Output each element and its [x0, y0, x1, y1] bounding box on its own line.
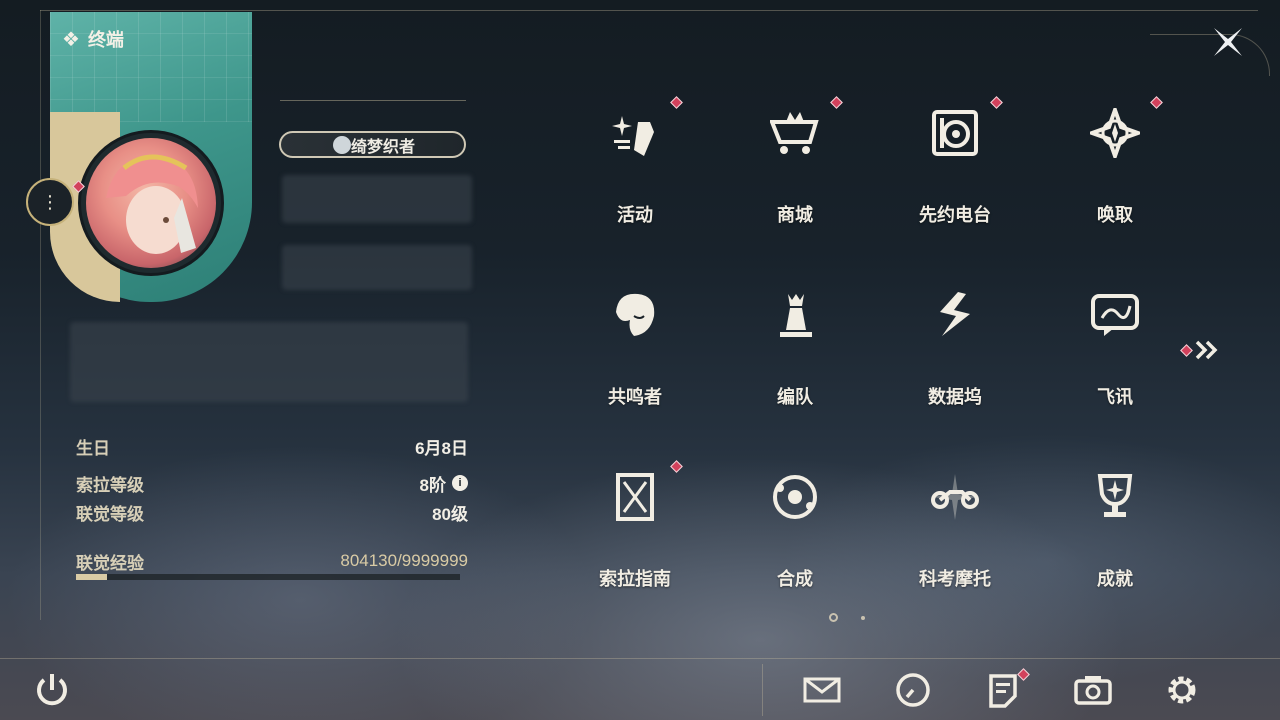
motorcycle-icon — [931, 474, 979, 520]
page-dot-active[interactable] — [829, 613, 838, 622]
settings-button[interactable] — [1162, 670, 1202, 710]
stat-value-group: 8阶 i — [420, 471, 468, 496]
synthesis-orbit-icon — [773, 475, 817, 519]
notification-badge — [990, 96, 1003, 109]
menu-item-team[interactable]: 编队 — [715, 270, 875, 452]
menu-item-label: 科考摩托 — [919, 569, 991, 589]
stat-value: 8阶 — [419, 475, 446, 495]
camera-icon — [1074, 676, 1112, 705]
blurred-uid-area — [282, 245, 472, 290]
message-chat-icon — [1091, 294, 1139, 336]
frame-left-line — [40, 10, 41, 620]
next-page-badge — [1180, 343, 1193, 357]
next-page-button[interactable] — [1180, 338, 1222, 362]
resonator-portrait-icon — [616, 293, 655, 336]
double-chevron-right-icon — [1195, 340, 1218, 360]
stat-birthday: 生日 6月8日 — [76, 434, 468, 458]
page-title-text: 终端 — [87, 30, 124, 50]
menu-item-label: 唤取 — [1097, 205, 1133, 225]
menu-item-achievements[interactable]: 成就 — [1035, 452, 1195, 634]
power-icon — [37, 674, 67, 706]
avatar[interactable] — [86, 138, 216, 268]
menu-item-sola-guide[interactable]: 索拉指南 — [555, 452, 715, 634]
menu-grid: 活动 商城 先约电台 唤取 共鸣者 编队 数据坞 飞讯 索拉指南 合成 科考摩托… — [555, 88, 1195, 628]
notice-icon — [989, 674, 1017, 708]
data-dock-icon — [940, 292, 970, 336]
close-icon — [1214, 28, 1242, 56]
stat-sola-level: 索拉等级 8阶 i — [76, 471, 468, 495]
title-badge[interactable]: 绮梦织者 — [279, 131, 466, 158]
notification-badge — [830, 96, 843, 109]
title-badge-text: 绮梦织者 — [351, 138, 416, 156]
notification-badge — [670, 460, 683, 473]
chess-team-icon — [780, 294, 812, 337]
stat-value: 6月8日 — [415, 438, 468, 458]
notification-badge — [1150, 96, 1163, 109]
info-icon[interactable]: i — [452, 475, 468, 491]
stat-label: 索拉等级 — [76, 475, 144, 495]
menu-item-shop[interactable]: 商城 — [715, 88, 875, 270]
mail-icon — [803, 677, 841, 703]
more-vertical-icon: ⋮ — [41, 191, 59, 212]
radio-icon — [932, 110, 978, 156]
avatar-illustration — [106, 154, 198, 254]
menu-item-label: 数据坞 — [928, 387, 982, 407]
profile-more-button[interactable]: ⋮ — [26, 178, 74, 226]
notification-badge — [670, 96, 683, 109]
stat-union-level: 联觉等级 80级 — [76, 500, 468, 524]
stat-union-exp: 联觉经验 804130/9999999 — [76, 549, 468, 573]
exp-progress-bar — [76, 574, 460, 580]
blurred-name-area — [282, 175, 472, 223]
terminal-diamond-icon: ❖ — [62, 28, 80, 51]
mail-button[interactable] — [802, 670, 842, 710]
shop-cart-icon — [770, 112, 819, 154]
menu-item-resonators[interactable]: 共鸣者 — [555, 270, 715, 452]
menu-item-label: 成就 — [1097, 569, 1133, 589]
menu-item-label: 飞讯 — [1097, 387, 1133, 407]
menu-item-motorcycle[interactable]: 科考摩托 — [875, 452, 1035, 634]
menu-item-messages[interactable]: 飞讯 — [1035, 270, 1195, 452]
menu-item-radio[interactable]: 先约电台 — [875, 88, 1035, 270]
name-divider — [280, 100, 466, 101]
power-button[interactable] — [32, 670, 72, 710]
menu-item-label: 先约电台 — [919, 205, 991, 225]
notice-button[interactable] — [983, 668, 1030, 710]
exp-progress-fill — [76, 574, 107, 580]
menu-item-label: 索拉指南 — [599, 569, 671, 589]
stat-value: 804130/9999999 — [340, 551, 468, 570]
menu-item-label: 共鸣者 — [608, 387, 662, 407]
menu-item-label: 商城 — [777, 205, 813, 225]
stat-label: 联觉等级 — [76, 504, 144, 524]
page-title: ❖ 终端 — [62, 26, 124, 52]
activity-sparkle-icon — [612, 116, 654, 156]
bottom-bar-divider — [0, 658, 1280, 659]
page-dot[interactable] — [861, 616, 865, 620]
stat-label: 联觉经验 — [76, 553, 144, 573]
menu-item-activity[interactable]: 活动 — [555, 88, 715, 270]
trophy-icon — [1097, 474, 1133, 517]
guide-book-icon — [616, 473, 654, 521]
frame-top-line — [40, 10, 1258, 11]
compass-star-icon — [1090, 108, 1140, 158]
menu-item-label: 编队 — [777, 387, 813, 407]
blurred-signature-area — [70, 322, 468, 402]
clock-icon — [896, 673, 930, 707]
menu-item-label: 合成 — [777, 569, 813, 589]
stat-value: 80级 — [432, 504, 468, 524]
menu-item-label: 活动 — [617, 205, 653, 225]
settings-gear-icon — [1168, 676, 1196, 704]
menu-item-data-dock[interactable]: 数据坞 — [875, 270, 1035, 452]
menu-item-synthesis[interactable]: 合成 — [715, 452, 875, 634]
stat-label: 生日 — [76, 438, 110, 458]
page-indicator — [828, 612, 868, 624]
camera-button[interactable] — [1073, 670, 1113, 710]
title-badge-emblem-icon — [333, 136, 351, 154]
close-button[interactable] — [1208, 22, 1248, 62]
history-button[interactable] — [893, 670, 933, 710]
bottom-bar-separator — [762, 664, 763, 716]
menu-item-convene[interactable]: 唤取 — [1035, 88, 1195, 270]
